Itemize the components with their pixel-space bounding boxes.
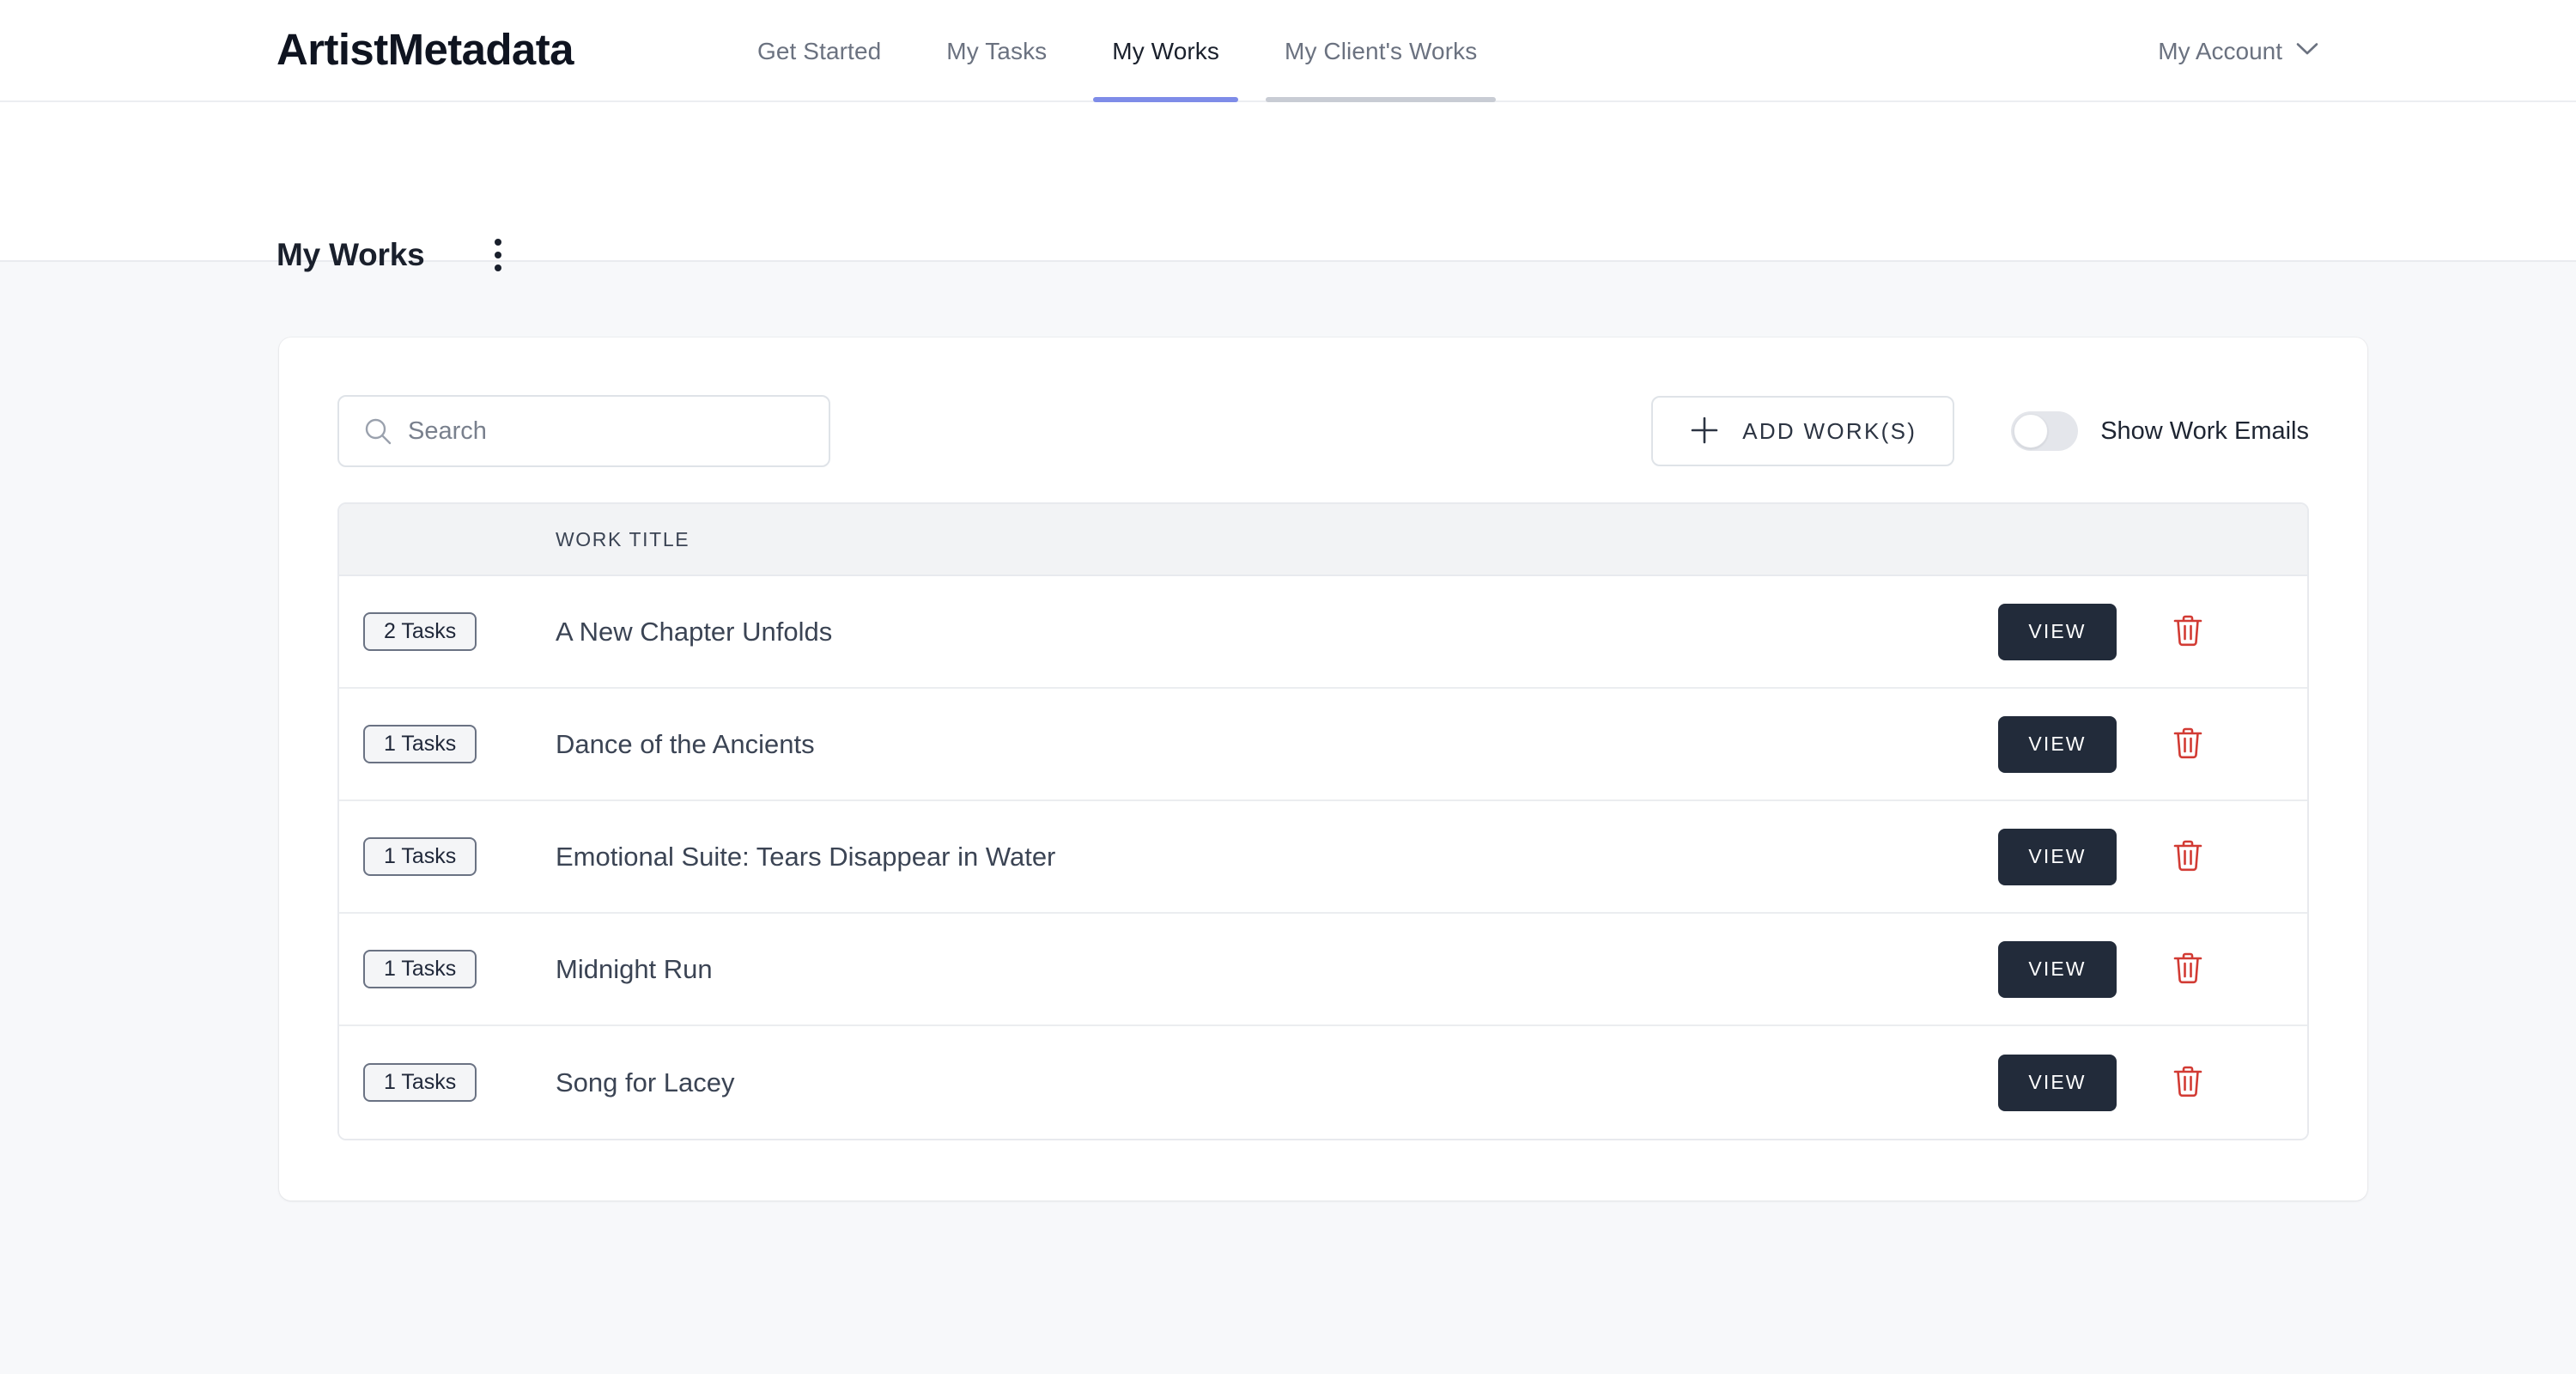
search-box[interactable] [337, 395, 830, 467]
trash-icon [2172, 726, 2204, 763]
delete-button[interactable] [2166, 833, 2209, 880]
header-label-work-title: WORK TITLE [556, 527, 690, 550]
table-row: 2 Tasks A New Chapter Unfolds VIEW [339, 576, 2307, 689]
view-button[interactable]: VIEW [1998, 940, 2117, 998]
show-work-emails-group: Show Work Emails [2011, 411, 2309, 451]
delete-button[interactable] [2166, 608, 2209, 655]
tab-my-clients-works[interactable]: My Client's Works [1266, 0, 1497, 102]
tab-my-tasks[interactable]: My Tasks [927, 0, 1066, 102]
tab-my-works[interactable]: My Works [1093, 0, 1239, 102]
search-input[interactable] [339, 397, 829, 465]
kebab-dot [495, 239, 501, 246]
delete-button[interactable] [2166, 945, 2209, 993]
row-cell-tasks: 2 Tasks [339, 612, 556, 651]
work-title: Emotional Suite: Tears Disappear in Wate… [556, 841, 1056, 872]
delete-button[interactable] [2166, 1059, 2209, 1106]
delete-button[interactable] [2166, 720, 2209, 768]
toggle-knob [2014, 414, 2049, 448]
kebab-dot [495, 264, 501, 271]
row-cell-actions: VIEW [1998, 940, 2307, 998]
app-logo: ArtistMetadata [276, 25, 574, 74]
table-row: 1 Tasks Song for Lacey VIEW [339, 1026, 2307, 1139]
tab-get-started[interactable]: Get Started [738, 0, 900, 102]
table-row: 1 Tasks Midnight Run VIEW [339, 914, 2307, 1026]
works-table: WORK TITLE 2 Tasks A New Chapter Unfolds… [337, 502, 2309, 1140]
search-icon [363, 416, 392, 446]
work-title: Song for Lacey [556, 1067, 735, 1097]
works-card: ADD WORK(S) Show Work Emails WORK TITLE … [279, 337, 2367, 1201]
show-work-emails-toggle[interactable] [2011, 411, 2079, 451]
row-cell-title: Emotional Suite: Tears Disappear in Wate… [556, 842, 1998, 872]
task-count-badge[interactable]: 2 Tasks [363, 612, 477, 651]
view-button[interactable]: VIEW [1998, 1054, 2117, 1111]
tab-label: My Works [1112, 37, 1220, 64]
show-work-emails-label: Show Work Emails [2100, 416, 2309, 445]
kebab-dot [495, 252, 501, 258]
row-cell-actions: VIEW [1998, 603, 2307, 660]
row-cell-actions: VIEW [1998, 715, 2307, 773]
kebab-menu-icon[interactable] [489, 234, 507, 277]
trash-icon [2172, 1064, 2204, 1101]
view-button[interactable]: VIEW [1998, 828, 2117, 885]
add-works-label: ADD WORK(S) [1742, 417, 1917, 444]
row-cell-title: Song for Lacey [556, 1067, 1998, 1098]
row-cell-title: Midnight Run [556, 954, 1998, 985]
account-label: My Account [2158, 37, 2282, 64]
chevron-down-icon [2296, 42, 2318, 60]
row-cell-title: Dance of the Ancients [556, 729, 1998, 760]
view-button[interactable]: VIEW [1998, 603, 2117, 660]
table-header-row: WORK TITLE [339, 504, 2307, 576]
main-nav-tabs: Get Started My Tasks My Works My Client'… [738, 0, 1497, 102]
work-title: Midnight Run [556, 953, 713, 984]
row-cell-tasks: 1 Tasks [339, 950, 556, 988]
row-cell-tasks: 1 Tasks [339, 837, 556, 876]
view-button[interactable]: VIEW [1998, 715, 2117, 773]
header-cell-work-title: WORK TITLE [556, 528, 1998, 551]
table-row: 1 Tasks Dance of the Ancients VIEW [339, 689, 2307, 801]
row-cell-title: A New Chapter Unfolds [556, 617, 1998, 647]
table-row: 1 Tasks Emotional Suite: Tears Disappear… [339, 801, 2307, 914]
work-title: A New Chapter Unfolds [556, 616, 833, 647]
account-menu[interactable]: My Account [2158, 0, 2318, 102]
trash-icon [2172, 613, 2204, 650]
plus-icon [1689, 415, 1720, 448]
task-count-badge[interactable]: 1 Tasks [363, 1063, 477, 1102]
tab-label: My Tasks [946, 37, 1048, 64]
work-title: Dance of the Ancients [556, 728, 815, 759]
page-title-bar: My Works [0, 102, 2576, 272]
row-cell-actions: VIEW [1998, 828, 2307, 885]
task-count-badge[interactable]: 1 Tasks [363, 950, 477, 988]
trash-icon [2172, 951, 2204, 988]
task-count-badge[interactable]: 1 Tasks [363, 837, 477, 876]
toolbar-right-group: ADD WORK(S) Show Work Emails [1651, 396, 2309, 466]
page-title: My Works [276, 237, 425, 272]
add-works-button[interactable]: ADD WORK(S) [1651, 396, 1955, 466]
top-navigation-bar: ArtistMetadata Get Started My Tasks My W… [0, 0, 2576, 102]
trash-icon [2172, 838, 2204, 875]
card-toolbar: ADD WORK(S) Show Work Emails [279, 337, 2367, 467]
task-count-badge[interactable]: 1 Tasks [363, 725, 477, 763]
row-cell-actions: VIEW [1998, 1054, 2307, 1111]
tab-label: Get Started [757, 37, 882, 64]
tab-label: My Client's Works [1285, 37, 1478, 64]
row-cell-tasks: 1 Tasks [339, 725, 556, 763]
row-cell-tasks: 1 Tasks [339, 1063, 556, 1102]
